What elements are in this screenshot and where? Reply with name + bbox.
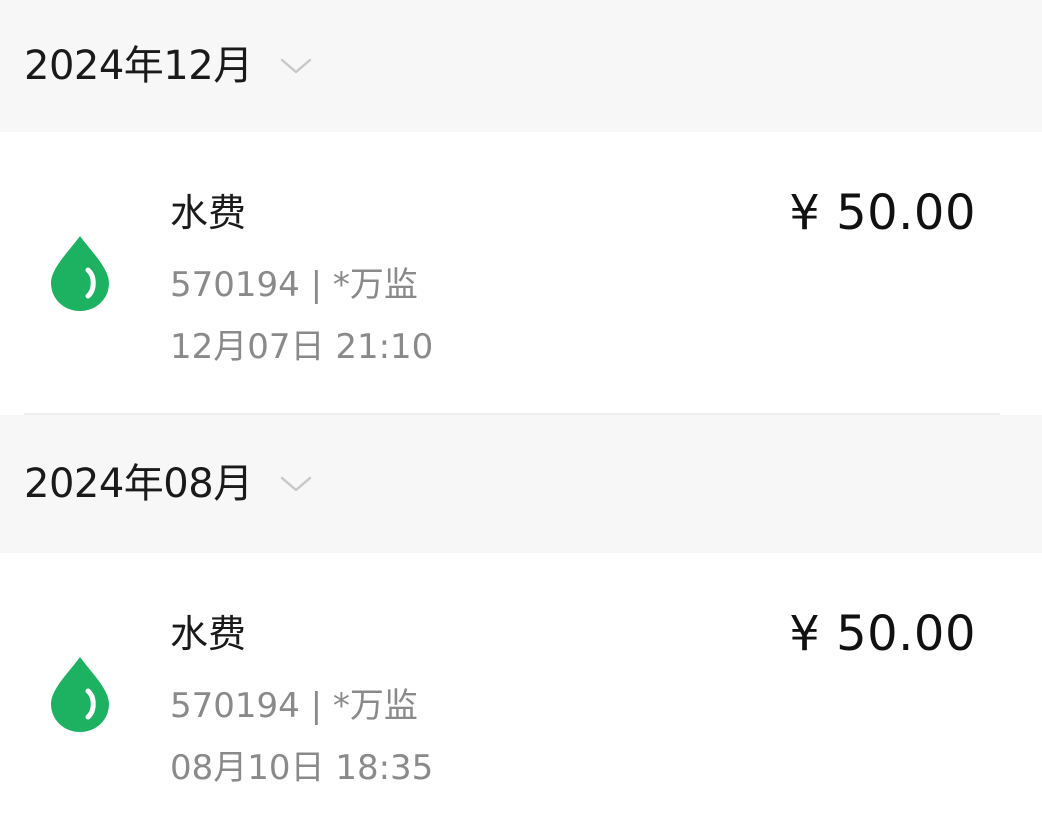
bill-account: 570194 | *万监 bbox=[170, 265, 418, 305]
chevron-down-icon[interactable] bbox=[279, 56, 313, 76]
month-label: 2024年08月 bbox=[24, 461, 253, 507]
bill-account: 570194 | *万监 bbox=[170, 686, 418, 726]
bill-time: 08月10日 18:35 bbox=[170, 748, 434, 788]
bill-title: 水费 bbox=[170, 612, 247, 656]
bill-title: 水费 bbox=[170, 191, 247, 235]
water-drop-icon bbox=[48, 655, 112, 733]
bill-list-item[interactable]: 水费 570194 | *万监 12月07日 21:10 ¥ 50.00 bbox=[0, 132, 1042, 415]
month-label: 2024年12月 bbox=[24, 43, 253, 89]
bill-amount: ¥ 50.00 bbox=[789, 185, 976, 241]
bill-amount: ¥ 50.00 bbox=[789, 606, 976, 662]
bill-list-item[interactable]: 水费 570194 | *万监 08月10日 18:35 ¥ 50.00 bbox=[0, 553, 1042, 834]
bill-time: 12月07日 21:10 bbox=[170, 327, 434, 367]
chevron-down-icon[interactable] bbox=[279, 474, 313, 494]
water-drop-icon bbox=[48, 234, 112, 312]
month-header-2024-08[interactable]: 2024年08月 bbox=[0, 415, 1042, 553]
bill-list-page: 2024年12月 水费 570194 | *万监 12月07日 21:10 ¥ … bbox=[0, 0, 1042, 834]
month-header-2024-12[interactable]: 2024年12月 bbox=[0, 0, 1042, 132]
